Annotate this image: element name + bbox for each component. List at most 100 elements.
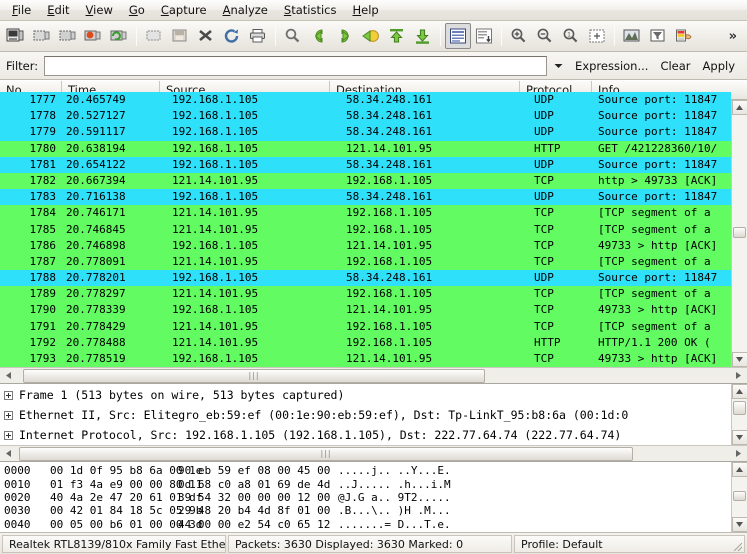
packet-detail-row[interactable]: Ethernet II, Src: Elitegro_eb:59:ef (00:… xyxy=(0,405,731,425)
packet-detail-row[interactable]: Internet Protocol, Src: 192.168.1.105 (1… xyxy=(0,425,731,445)
packet-list-horizontal-scrollbar[interactable]: ||| xyxy=(0,367,747,384)
resize-grip-icon[interactable] xyxy=(734,542,742,551)
scroll-left-icon[interactable] xyxy=(1,447,16,461)
menu-item-statistics[interactable]: Statistics xyxy=(276,1,345,20)
packet-detail-tree[interactable]: Frame 1 (513 bytes on wire, 513 bytes ca… xyxy=(0,384,731,446)
packet-list-scroll-track[interactable] xyxy=(731,115,747,353)
find-packet-icon[interactable] xyxy=(280,23,306,49)
scroll-up-icon[interactable] xyxy=(731,100,747,115)
packet-row[interactable]: 1787 20.778091 121.14.101.95 192.168.1.105 T… xyxy=(0,253,731,271)
status-profile[interactable]: Profile: Default xyxy=(514,534,745,553)
restart-capture-icon[interactable] xyxy=(106,23,132,49)
menu-item-analyze[interactable]: Analyze xyxy=(215,1,276,20)
hexdump-row[interactable]: 0020 40 4a 2e 47 20 61 01 df 39 54 32 00 0… xyxy=(4,491,731,504)
print-icon[interactable] xyxy=(245,23,271,49)
packet-bytes-hexdump[interactable]: 0000 00 1d 0f 95 b8 6a 00 1e 90 eb 59 ef 0… xyxy=(0,462,731,532)
packet-detail-hscroll-track[interactable]: ||| xyxy=(17,446,730,461)
expand-tree-icon[interactable] xyxy=(4,430,13,440)
packet-bytes-vertical-scrollbar[interactable] xyxy=(731,462,747,532)
toolbar-overflow-button[interactable]: » xyxy=(729,29,745,44)
scroll-right-icon[interactable] xyxy=(731,447,746,461)
packet-row[interactable]: 1779 20.591117 192.168.1.105 58.34.248.161 U… xyxy=(0,124,731,141)
packet-detail-scroll-track[interactable] xyxy=(731,399,747,431)
scroll-up-icon[interactable] xyxy=(731,384,747,400)
packet-row[interactable]: 1792 20.778488 121.14.101.95 192.168.1.105 H… xyxy=(0,334,731,351)
capture-filters-icon[interactable] xyxy=(619,23,645,49)
packet-bytes-scroll-track[interactable] xyxy=(731,477,747,517)
packet-detail-hscroll-thumb[interactable]: ||| xyxy=(19,446,633,461)
packet-list-scroll-thumb[interactable] xyxy=(732,227,746,238)
filter-input[interactable] xyxy=(44,55,548,76)
packet-detail-row[interactable]: Frame 1 (513 bytes on wire, 513 bytes ca… xyxy=(0,385,731,405)
go-first-packet-icon[interactable] xyxy=(384,23,410,49)
hexdump-row[interactable]: 0010 01 f3 4a e9 00 00 80 11 0d 68 c0 a8 0… xyxy=(4,478,731,491)
scroll-right-icon[interactable] xyxy=(731,369,746,383)
go-forward-icon[interactable] xyxy=(332,23,358,49)
packet-row[interactable]: 1777 20.465749 192.168.1.105 58.34.248.161 U… xyxy=(0,92,731,109)
packet-row[interactable]: 1793 20.778519 192.168.1.105 121.14.101.95 T… xyxy=(0,351,731,368)
menu-item-help[interactable]: Help xyxy=(344,1,386,20)
status-interface[interactable]: Realtek RTL8139/810x Family Fast Ether..… xyxy=(2,534,226,553)
reload-icon[interactable] xyxy=(219,23,245,49)
packet-row[interactable]: 1782 20.667394 121.14.101.95 192.168.1.105 T… xyxy=(0,172,731,190)
zoom-reset-icon[interactable]: 1 xyxy=(558,23,584,49)
save-file-icon[interactable] xyxy=(167,23,193,49)
expression-button[interactable]: Expression... xyxy=(569,59,654,73)
packet-row[interactable]: 1778 20.527127 192.168.1.105 58.34.248.161 U… xyxy=(0,108,731,125)
packet-list-rows[interactable]: 1777 20.465749 192.168.1.105 58.34.248.161 U… xyxy=(0,92,731,368)
packet-list-hscroll-track[interactable]: ||| xyxy=(17,368,730,383)
packet-row[interactable]: 1784 20.746171 121.14.101.95 192.168.1.105 T… xyxy=(0,205,731,222)
hexdump-offset: 0010 xyxy=(4,477,31,491)
packet-destination: 192.168.1.105 xyxy=(346,254,433,268)
scroll-down-icon[interactable] xyxy=(731,352,747,368)
packet-list-hscroll-thumb[interactable]: ||| xyxy=(23,368,485,383)
scroll-up-icon[interactable] xyxy=(731,462,747,478)
clear-filter-button[interactable]: Clear xyxy=(654,59,696,73)
zoom-out-icon[interactable] xyxy=(532,23,558,49)
start-capture-icon[interactable] xyxy=(54,23,80,49)
scroll-down-icon[interactable] xyxy=(731,430,747,446)
packet-row[interactable]: 1791 20.778429 121.14.101.95 192.168.1.105 T… xyxy=(0,318,731,335)
packet-row[interactable]: 1781 20.654122 192.168.1.105 58.34.248.161 U… xyxy=(0,156,731,173)
go-last-packet-icon[interactable] xyxy=(410,23,436,49)
packet-row[interactable]: 1783 20.716138 192.168.1.105 58.34.248.161 U… xyxy=(0,189,731,206)
expand-tree-icon[interactable] xyxy=(4,390,13,400)
close-file-icon[interactable] xyxy=(193,23,219,49)
go-to-packet-icon[interactable] xyxy=(358,23,384,49)
hexdump-row[interactable]: 0030 00 42 01 84 18 5c 05 9b 29 48 20 b4 4… xyxy=(4,504,731,517)
stop-capture-icon[interactable] xyxy=(80,23,106,49)
menu-item-file[interactable]: File xyxy=(4,1,39,20)
packet-row[interactable]: 1786 20.746898 192.168.1.105 121.14.101.95 T… xyxy=(0,237,731,254)
packet-row[interactable]: 1780 20.638194 192.168.1.105 121.14.101.95 H… xyxy=(0,140,731,157)
open-file-icon[interactable] xyxy=(141,23,167,49)
interfaces-icon[interactable] xyxy=(2,23,28,49)
zoom-in-icon[interactable] xyxy=(506,23,532,49)
go-back-icon[interactable] xyxy=(306,23,332,49)
packet-row[interactable]: 1789 20.778297 121.14.101.95 192.168.1.105 T… xyxy=(0,286,731,303)
menu-item-view[interactable]: View xyxy=(78,1,121,20)
display-filters-icon[interactable] xyxy=(645,23,671,49)
resize-columns-icon[interactable] xyxy=(584,23,610,49)
scroll-left-icon[interactable] xyxy=(1,369,16,383)
apply-filter-button[interactable]: Apply xyxy=(697,59,741,73)
hexdump-row[interactable]: 0000 00 1d 0f 95 b8 6a 00 1e 90 eb 59 ef 0… xyxy=(4,464,731,477)
menu-item-go[interactable]: Go xyxy=(121,1,153,20)
packet-detail-vertical-scrollbar[interactable] xyxy=(731,384,747,446)
packet-detail-horizontal-scrollbar[interactable]: ||| xyxy=(0,445,747,462)
hexdump-row[interactable]: 0040 00 05 00 b6 01 00 00 3d 44 00 00 e2 5… xyxy=(4,518,731,531)
packet-row[interactable]: 1788 20.778201 192.168.1.105 58.34.248.161 U… xyxy=(0,270,731,287)
menu-item-edit[interactable]: Edit xyxy=(39,1,77,20)
chevron-down-icon[interactable] xyxy=(547,56,569,76)
packet-list-vertical-scrollbar[interactable] xyxy=(731,100,747,368)
packet-detail-scroll-thumb[interactable] xyxy=(732,401,746,416)
colorize-icon[interactable] xyxy=(445,23,471,49)
auto-scroll-icon[interactable] xyxy=(471,23,497,49)
scroll-down-icon[interactable] xyxy=(731,517,747,532)
packet-row[interactable]: 1785 20.746845 121.14.101.95 192.168.1.105 T… xyxy=(0,221,731,238)
coloring-rules-icon[interactable] xyxy=(671,23,697,49)
packet-bytes-scroll-thumb[interactable] xyxy=(732,491,746,502)
capture-options-icon[interactable] xyxy=(28,23,54,49)
expand-tree-icon[interactable] xyxy=(4,410,13,420)
packet-row[interactable]: 1790 20.778339 192.168.1.105 121.14.101.95 T… xyxy=(0,302,731,319)
menu-item-capture[interactable]: Capture xyxy=(153,1,215,20)
